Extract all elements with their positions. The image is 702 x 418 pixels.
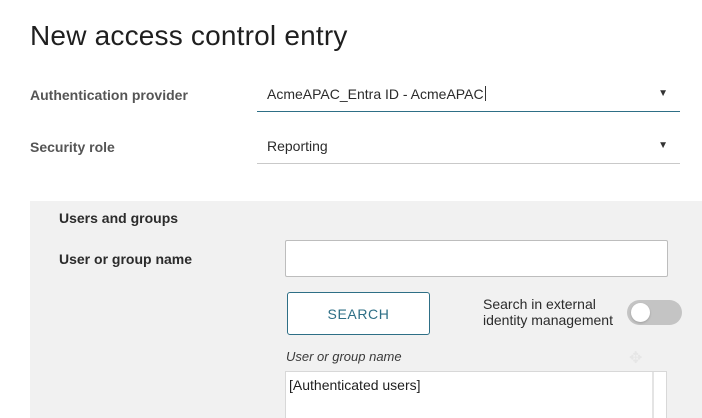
users-groups-title: Users and groups	[59, 210, 179, 226]
results-scrollbar[interactable]	[652, 372, 654, 418]
security-role-select[interactable]: Reporting ▼	[257, 128, 680, 164]
security-role-label: Security role	[30, 139, 115, 155]
results-list[interactable]: [Authenticated users]	[285, 371, 667, 418]
results-caption: User or group name	[286, 349, 402, 364]
external-search-label: Search in external identity management	[483, 296, 613, 328]
move-icon: ✥	[629, 350, 643, 367]
user-group-name-input[interactable]	[285, 240, 668, 277]
authentication-provider-label: Authentication provider	[30, 87, 188, 103]
authentication-provider-select[interactable]: AcmeAPAC_Entra ID - AcmeAPAC ▼	[257, 76, 680, 112]
page-title: New access control entry	[30, 20, 348, 51]
search-button[interactable]: SEARCH	[287, 292, 430, 335]
user-group-name-label: User or group name	[59, 251, 193, 267]
authentication-provider-value: AcmeAPAC_Entra ID - AcmeAPAC	[267, 86, 486, 102]
triangle-down-icon: ▼	[658, 88, 668, 99]
security-role-value: Reporting	[267, 137, 328, 154]
triangle-down-icon: ▼	[658, 140, 668, 151]
list-item[interactable]: [Authenticated users]	[289, 377, 421, 393]
text-cursor	[484, 86, 486, 101]
external-search-toggle[interactable]	[627, 300, 682, 325]
access-control-page: New access control entry Authentication …	[0, 0, 702, 418]
authentication-provider-text: AcmeAPAC_Entra ID - AcmeAPAC	[267, 85, 484, 102]
toggle-knob	[631, 303, 650, 322]
